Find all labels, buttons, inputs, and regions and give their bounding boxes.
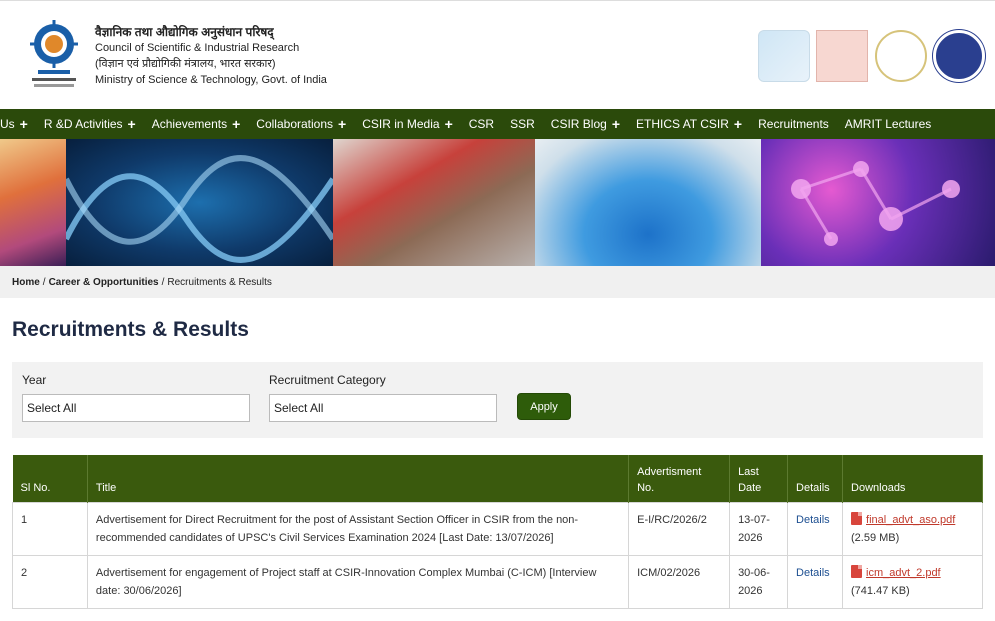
year-label: Year — [22, 373, 47, 387]
cell-last-date: 30-06-2026 — [729, 554, 789, 609]
page-title: Recruitments & Results — [12, 318, 249, 341]
site-header: वैज्ञानिक तथा औद्योगिक अनुसंधान परिषद् C… — [0, 4, 995, 109]
banner-image-molecules — [761, 139, 995, 266]
table-header-row: Sl No. Title Advertisment No. Last Date … — [12, 455, 983, 502]
details-link[interactable]: Details — [796, 514, 830, 526]
csir-logo[interactable] — [26, 18, 82, 94]
banner-image-dna — [63, 139, 336, 266]
csir-social-media-logo[interactable] — [758, 30, 810, 82]
nav-item-amrit-lectures[interactable]: AMRIT Lectures — [845, 117, 940, 131]
category-label: Recruitment Category — [269, 373, 386, 387]
nav-item-csir-in-media[interactable]: CSIR in Media + — [362, 116, 462, 132]
nav-item-label: Achievements — [151, 117, 228, 131]
cell-details: Details — [787, 554, 844, 609]
hero-banner — [0, 139, 995, 266]
nav-item-label: AMRIT Lectures — [844, 117, 932, 131]
expand-plus-icon[interactable]: + — [338, 116, 346, 132]
details-link[interactable]: Details — [796, 567, 830, 579]
column-header-adv-no: Advertisment No. — [628, 455, 731, 502]
banner-image-beaker — [535, 139, 761, 266]
nav-item-ethics-at-csir[interactable]: ETHICS AT CSIR + — [636, 116, 751, 132]
banner-image-flasks — [0, 139, 66, 266]
pdf-file-icon — [851, 564, 863, 578]
nav-item-csir-blog[interactable]: CSIR Blog + — [551, 116, 629, 132]
cell-adv-no: ICM/02/2026 — [628, 554, 731, 609]
banner-image-lab-pipette — [333, 139, 535, 266]
breadcrumb-current: Recruitments & Results — [167, 276, 272, 288]
nav-item-r-d-activities[interactable]: R &D Activities + — [44, 116, 145, 132]
nav-item-us[interactable]: Us + — [0, 116, 37, 132]
column-header-title: Title — [87, 455, 630, 502]
cell-downloads: icm_advt_2.pdf (741.47 KB) — [842, 554, 983, 609]
nav-item-label: ETHICS AT CSIR — [636, 117, 729, 131]
expand-plus-icon[interactable]: + — [232, 116, 240, 132]
nav-item-label: Recruitments — [758, 117, 829, 131]
table-row: 2 Advertisement for engagement of Projec… — [12, 554, 983, 609]
nav-item-label: R &D Activities — [43, 117, 123, 131]
ministry-name: Ministry of Science & Technology, Govt. … — [95, 74, 327, 86]
main-navigation: Us + R &D Activities + Achievements + Collabor… — [0, 109, 995, 139]
expand-plus-icon[interactable]: + — [128, 116, 136, 132]
cell-title: Advertisement for engagement of Project … — [86, 554, 630, 609]
expand-plus-icon[interactable]: + — [612, 116, 620, 132]
column-header-downloads: Downloads — [842, 455, 983, 502]
nile-box-logo[interactable] — [816, 30, 868, 82]
nav-item-label: Us — [0, 117, 15, 131]
nav-item-ssr[interactable]: SSR — [510, 117, 544, 131]
expand-plus-icon[interactable]: + — [734, 116, 742, 132]
breadcrumb-career[interactable]: Career & Opportunities — [49, 277, 159, 288]
nav-item-label: Collaborations — [256, 117, 334, 131]
nav-item-label: CSIR in Media — [362, 117, 440, 131]
year-select[interactable]: Select All — [22, 394, 250, 422]
cell-downloads: final_advt_aso.pdf (2.59 MB) — [842, 501, 983, 556]
pdf-file-icon — [851, 511, 863, 525]
cell-sl: 2 — [12, 554, 88, 609]
nav-item-recruitments[interactable]: Recruitments — [758, 117, 838, 131]
filter-panel: Year Select All Recruitment Category Sel… — [12, 362, 983, 438]
breadcrumb-separator: / — [161, 276, 165, 288]
file-size: (741.47 KB) — [851, 584, 910, 597]
download-link[interactable]: icm_advt_2.pdf — [866, 567, 941, 579]
cell-last-date: 13-07-2026 — [729, 501, 789, 556]
apply-button[interactable]: Apply — [517, 393, 571, 420]
nav-item-label: SSR — [510, 117, 535, 131]
column-header-details: Details — [787, 455, 844, 502]
ministry-hindi: (विज्ञान एवं प्रौद्योगिकी मंत्रालय, भारत… — [95, 58, 276, 70]
cell-adv-no: E-I/RC/2026/2 — [628, 501, 731, 556]
recruitments-table: Sl No. Title Advertisment No. Last Date … — [12, 455, 983, 609]
file-size: (2.59 MB) — [851, 531, 900, 544]
category-select[interactable]: Select All — [269, 394, 497, 422]
org-name-block: वैज्ञानिक तथा औद्योगिक अनुसंधान परिषद् C… — [95, 24, 327, 88]
nav-item-csr[interactable]: CSR — [469, 117, 503, 131]
column-header-last-date: Last Date — [729, 455, 789, 502]
nav-item-label: CSR — [468, 117, 495, 131]
breadcrumb-home[interactable]: Home — [12, 277, 40, 288]
table-row: 1 Advertisement for Direct Recruitment f… — [12, 501, 983, 556]
cell-title: Advertisement for Direct Recruitment for… — [86, 501, 630, 556]
download-link[interactable]: final_advt_aso.pdf — [866, 514, 955, 526]
nav-item-label: CSIR Blog — [550, 117, 607, 131]
expand-plus-icon[interactable]: + — [20, 116, 28, 132]
nav-item-achievements[interactable]: Achievements + — [152, 116, 250, 132]
cell-sl: 1 — [12, 501, 88, 556]
cell-details: Details — [787, 501, 844, 556]
csir-emblem-logo[interactable] — [933, 30, 985, 82]
breadcrumb-separator: / — [42, 276, 46, 288]
expand-plus-icon[interactable]: + — [445, 116, 453, 132]
prabhass-logo[interactable] — [875, 30, 927, 82]
org-name-hindi: वैज्ञानिक तथा औद्योगिक अनुसंधान परिषद् — [95, 25, 274, 39]
org-name-english: Council of Scientific & Industrial Resea… — [95, 42, 300, 54]
breadcrumb: Home / Career & Opportunities / Recruitm… — [0, 266, 995, 298]
nav-item-collaborations[interactable]: Collaborations + — [256, 116, 355, 132]
column-header-sl: Sl No. — [12, 455, 88, 502]
